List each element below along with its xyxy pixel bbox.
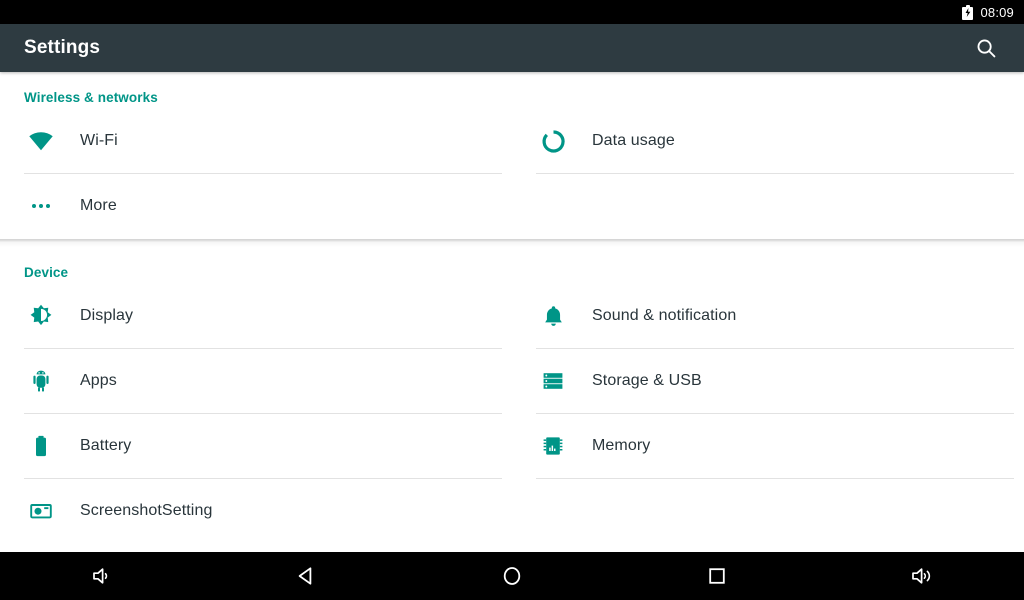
settings-item-label: Display: [80, 307, 134, 324]
settings-item-label: Sound & notification: [592, 307, 737, 324]
settings-list[interactable]: Wireless & networks Wi-Fi Data usage Mor…: [0, 72, 1024, 552]
settings-cell: Battery: [0, 414, 512, 479]
settings-cell: More: [0, 174, 512, 239]
volume-down-button[interactable]: [0, 552, 205, 600]
settings-item-display[interactable]: Display: [0, 284, 512, 348]
settings-cell: Wi-Fi: [0, 109, 512, 174]
battery-charging-icon: [962, 4, 974, 20]
settings-item-memory[interactable]: Memory: [512, 414, 1024, 478]
camera-icon: [24, 494, 58, 528]
settings-item-wifi[interactable]: Wi-Fi: [0, 109, 512, 173]
battery-icon: [24, 429, 58, 463]
navigation-bar: [0, 552, 1024, 600]
section-title: Wireless & networks: [24, 90, 158, 105]
back-button[interactable]: [205, 552, 410, 600]
settings-cell: Apps: [0, 349, 512, 414]
settings-cell: Sound & notification: [512, 284, 1024, 349]
brightness-icon: [24, 299, 58, 333]
status-bar: 08:09: [0, 0, 1024, 24]
section-title: Device: [24, 265, 69, 280]
settings-item-label: ScreenshotSetting: [80, 502, 213, 519]
settings-item-battery[interactable]: Battery: [0, 414, 512, 478]
bell-icon: [536, 299, 570, 333]
search-button[interactable]: [964, 26, 1008, 70]
home-button[interactable]: [410, 552, 615, 600]
settings-screen: 08:09 Settings Wireless & networks Wi-Fi…: [0, 0, 1024, 600]
section-wireless-networks: Wireless & networks Wi-Fi Data usage Mor…: [0, 72, 1024, 239]
settings-item-screenshotsetting[interactable]: ScreenshotSetting: [0, 479, 512, 543]
settings-item-label: Data usage: [592, 132, 675, 149]
settings-cell: Storage & USB: [512, 349, 1024, 414]
settings-item-more[interactable]: More: [0, 174, 512, 238]
storage-icon: [536, 364, 570, 398]
settings-item-label: Wi-Fi: [80, 132, 118, 149]
settings-item-label: More: [80, 197, 117, 214]
settings-cell: Display: [0, 284, 512, 349]
settings-item-data-usage[interactable]: Data usage: [512, 109, 1024, 173]
settings-item-storage-usb[interactable]: Storage & USB: [512, 349, 1024, 413]
action-bar: Settings: [0, 24, 1024, 72]
back-icon: [298, 567, 312, 585]
settings-item-label: Storage & USB: [592, 372, 702, 389]
data-usage-icon: [536, 124, 570, 158]
android-robot-icon: [24, 364, 58, 398]
home-icon: [503, 567, 521, 585]
settings-item-apps[interactable]: Apps: [0, 349, 512, 413]
settings-item-sound-notification[interactable]: Sound & notification: [512, 284, 1024, 348]
settings-item-label: Apps: [80, 372, 117, 389]
settings-cell-placeholder: [512, 479, 1024, 544]
settings-cell: Memory: [512, 414, 1024, 479]
recents-icon: [709, 568, 725, 584]
page-title: Settings: [24, 37, 101, 58]
section-device: Device Display Sound & notification Apps…: [0, 247, 1024, 544]
settings-cell-placeholder: [512, 174, 1024, 239]
volume-down-icon: [93, 568, 108, 584]
memory-chip-icon: [536, 429, 570, 463]
wifi-icon: [24, 124, 58, 158]
section-separator: [0, 239, 1024, 247]
settings-item-label: Battery: [80, 437, 132, 454]
settings-cell: ScreenshotSetting: [0, 479, 512, 544]
settings-item-label: Memory: [592, 437, 651, 454]
status-bar-clock: 08:09: [980, 4, 1014, 20]
volume-up-icon: [911, 568, 930, 584]
more-dots-icon: [24, 189, 58, 223]
settings-cell: Data usage: [512, 109, 1024, 174]
recents-button[interactable]: [614, 552, 819, 600]
volume-up-button[interactable]: [819, 552, 1024, 600]
search-icon: [977, 39, 995, 57]
